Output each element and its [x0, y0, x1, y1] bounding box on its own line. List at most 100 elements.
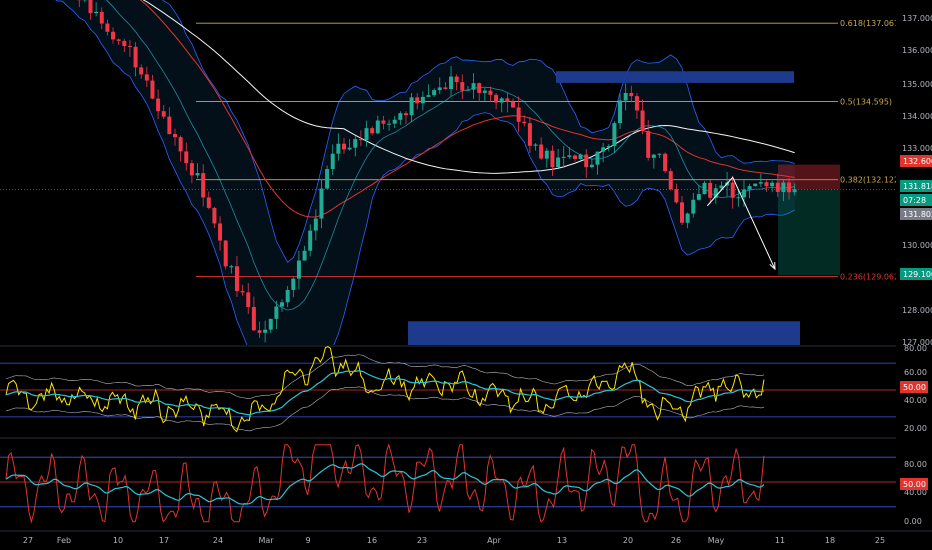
candle-body [94, 11, 99, 14]
candle-body [482, 90, 487, 93]
candle-body [347, 147, 352, 150]
candle-body [623, 92, 628, 101]
price-tick-label: 135.000 [902, 80, 932, 89]
candle-body [212, 207, 217, 224]
candle-body [173, 134, 177, 138]
candle-body [589, 164, 594, 168]
candle-body [364, 128, 369, 141]
fib-level-label: 0.618(137.067) [840, 19, 902, 28]
candle-body [629, 92, 634, 97]
time-tick-label: 20 [623, 536, 633, 545]
candle-body [567, 155, 572, 157]
candle-body [651, 154, 656, 158]
candle-body [144, 74, 149, 81]
reward-zone[interactable] [778, 189, 840, 276]
rsi-panel[interactable] [0, 345, 932, 437]
price-panel[interactable]: 0.618(137.067) 0.5(134.595) 0.382(132.122)… [0, 0, 902, 377]
candle-body [550, 150, 555, 168]
candle-body [775, 182, 780, 192]
candle-body [88, 0, 93, 14]
fib-level-label: 0.236(129.062) [840, 273, 902, 282]
time-tick-label: Feb [57, 536, 71, 545]
candle-body [646, 131, 651, 158]
time-tick-label: 24 [213, 536, 223, 545]
candle-body [330, 153, 335, 170]
candle-body [618, 100, 623, 124]
candle-body [561, 156, 566, 158]
candle-body [505, 98, 510, 102]
candle-body [358, 139, 363, 141]
time-tick-label: 10 [113, 536, 123, 545]
price-tick-label: 136.000 [902, 46, 932, 55]
candle-body [544, 150, 549, 159]
candle-body [702, 182, 707, 195]
candle-body [556, 157, 561, 168]
price-tag-label: 131.803 [903, 210, 932, 219]
price-tick-label: 133.000 [902, 144, 932, 153]
rsi-tick-label: 40.00 [904, 396, 927, 405]
price-tick-label: 128.000 [902, 306, 932, 315]
trading-chart[interactable]: 0.618(137.067) 0.5(134.595) 0.382(132.122)… [0, 0, 932, 550]
candle-body [477, 83, 482, 93]
candle-body [741, 189, 746, 198]
candle-body [133, 46, 138, 68]
time-tick-label: 26 [671, 536, 681, 545]
candle-body [285, 289, 290, 303]
price-axis[interactable]: 137.000 136.000 135.000 134.000 133.000 130.0… [896, 0, 932, 550]
time-tick-label: 18 [825, 536, 835, 545]
time-tick-label: Apr [487, 536, 502, 545]
time-tick-label: Mar [258, 536, 274, 545]
candle-body [313, 218, 318, 231]
candle-body [787, 182, 792, 193]
time-tick-label: 13 [557, 536, 567, 545]
candle-body [511, 101, 515, 108]
candle-body [494, 94, 499, 103]
stochastic-panel[interactable] [0, 437, 932, 530]
candle-body [708, 182, 713, 198]
candle-body [781, 182, 786, 192]
candle-body [730, 182, 735, 198]
candle-body [296, 260, 301, 279]
fib-level-label: 0.382(132.122) [840, 176, 902, 185]
price-tag-label: 07:28 [903, 196, 926, 205]
candle-body [178, 137, 183, 152]
candle-body [291, 278, 296, 290]
candle-body [572, 155, 577, 159]
candle-body [274, 306, 279, 319]
candle-body [499, 98, 504, 103]
rsi-tick-label: 20.00 [904, 424, 927, 433]
candle-body [184, 151, 189, 164]
candle-body [223, 240, 228, 267]
candle-body [156, 98, 161, 112]
time-tick-label: 25 [875, 536, 885, 545]
candle-body [263, 329, 268, 333]
candle-body [206, 197, 211, 208]
supply-zone[interactable] [556, 71, 794, 83]
candle-body [336, 143, 341, 154]
candle-body [218, 223, 223, 241]
candle-body [764, 182, 769, 187]
candle-body [612, 123, 617, 147]
candle-body [387, 123, 392, 125]
candle-body [606, 146, 611, 148]
candle-body [353, 139, 358, 148]
candle-body [601, 147, 606, 152]
candle-body [302, 250, 307, 261]
candle-body [167, 116, 172, 135]
candle-body [342, 143, 346, 150]
candle-body [234, 266, 239, 292]
demand-zone[interactable] [408, 321, 800, 345]
time-axis[interactable]: 27 Feb 10 17 24 Mar 9 16 23 Apr 13 20 26 May 11 18 25 [0, 530, 932, 550]
candle-body [139, 67, 144, 75]
candle-body [674, 189, 679, 203]
candle-body [522, 121, 527, 124]
candle-body [680, 202, 684, 223]
candle-body [409, 97, 414, 116]
candle-body [420, 96, 425, 104]
stoch-tick-label: 80.00 [904, 460, 927, 469]
candle-body [398, 113, 403, 120]
candle-body [539, 144, 544, 159]
candle-body [280, 302, 285, 307]
candle-body [240, 291, 245, 293]
candle-body [443, 87, 448, 90]
